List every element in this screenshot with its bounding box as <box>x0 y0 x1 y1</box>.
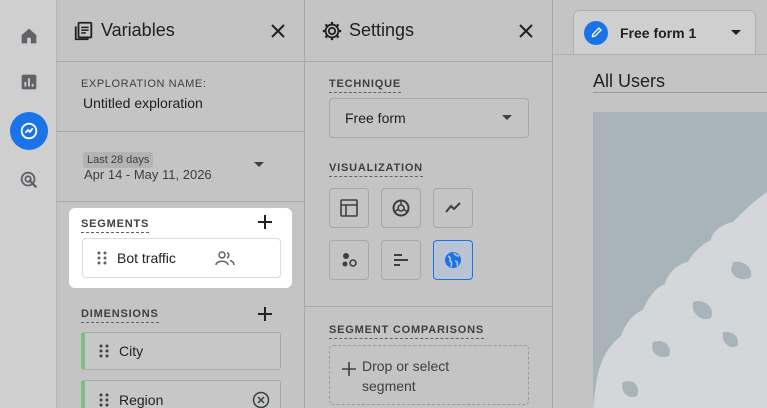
close-settings-icon[interactable] <box>516 21 536 41</box>
bar-viz-button[interactable] <box>381 240 421 280</box>
segment-item-bot-traffic[interactable]: Bot traffic <box>82 238 281 278</box>
date-range-section[interactable]: Last 28 days Apr 14 - May 11, 2026 <box>57 132 304 202</box>
edit-pencil-icon[interactable] <box>584 20 608 45</box>
divider <box>305 306 552 307</box>
home-nav-button[interactable] <box>10 17 48 55</box>
segment-column-title: All Users <box>593 71 666 91</box>
reports-nav-button[interactable] <box>10 63 48 101</box>
variables-header: Variables <box>57 0 304 62</box>
dimension-label: Region <box>119 392 164 408</box>
donut-viz-icon <box>392 199 410 217</box>
visualization-label-wrap: VISUALIZATION <box>329 158 423 177</box>
technique-label-wrap: TECHNIQUE <box>329 74 401 93</box>
segment-comparisons-label: SEGMENT COMPARISONS <box>329 324 484 339</box>
technique-label: TECHNIQUE <box>329 78 401 93</box>
table-viz-icon <box>340 199 358 217</box>
reports-icon <box>21 74 37 90</box>
settings-panel: Settings TECHNIQUE Free form VISUALIZATI… <box>305 0 553 408</box>
technique-select[interactable]: Free form <box>329 98 529 138</box>
map-landmass <box>593 192 767 408</box>
explore-nav-button[interactable] <box>10 112 48 150</box>
bar-viz-icon <box>394 254 408 266</box>
drop-segment-text: Drop or select segment <box>362 358 450 394</box>
title-rule <box>593 92 767 93</box>
tab-underline <box>553 54 767 55</box>
tab-menu-chevron-icon[interactable] <box>731 29 741 36</box>
add-segment-icon[interactable] <box>257 214 273 230</box>
chevron-down-icon <box>502 115 512 120</box>
segment-comparisons-label-wrap: SEGMENT COMPARISONS <box>329 320 484 339</box>
gear-icon <box>321 20 343 42</box>
table-viz-button[interactable] <box>329 188 369 228</box>
segment-label: Bot traffic <box>117 250 176 266</box>
segment-drop-zone[interactable]: Drop or select segment <box>329 345 529 405</box>
line-viz-button[interactable] <box>433 188 473 228</box>
line-viz-icon <box>445 202 461 213</box>
geo-map-viz-icon <box>445 252 461 268</box>
segments-label-wrap: SEGMENTS <box>81 214 150 233</box>
scatter-viz-icon <box>342 253 357 267</box>
settings-title: Settings <box>349 20 415 40</box>
exploration-canvas: Free form 1 All Users <box>553 0 767 408</box>
geo-map[interactable] <box>593 112 767 408</box>
drag-handle-icon[interactable] <box>99 393 109 407</box>
user-segment-icon <box>215 251 235 266</box>
dimension-item-region[interactable]: Region <box>81 380 281 408</box>
exploration-name-section: EXPLORATION NAME: Untitled exploration <box>57 62 304 132</box>
dimension-item-city[interactable]: City <box>81 332 281 370</box>
drag-handle-icon[interactable] <box>99 344 109 358</box>
visualization-label: VISUALIZATION <box>329 162 423 177</box>
dimension-label: City <box>119 343 144 359</box>
advertising-nav-button[interactable] <box>10 161 48 199</box>
remove-icon[interactable] <box>252 391 270 408</box>
drag-handle-icon[interactable] <box>97 251 107 265</box>
home-icon <box>21 28 37 44</box>
scatter-viz-button[interactable] <box>329 240 369 280</box>
close-variables-icon[interactable] <box>268 21 288 41</box>
date-dropdown-icon[interactable] <box>254 162 264 168</box>
variables-title: Variables <box>101 20 175 40</box>
geo-map-viz-button[interactable] <box>433 240 473 280</box>
plus-icon <box>342 362 356 376</box>
advertising-icon <box>20 171 38 189</box>
segments-label: SEGMENTS <box>81 218 150 233</box>
date-preset-chip: Last 28 days <box>83 150 154 168</box>
technique-value: Free form <box>345 110 406 126</box>
dimensions-label-wrap: DIMENSIONS <box>81 304 159 323</box>
explore-icon <box>20 122 38 140</box>
donut-viz-button[interactable] <box>381 188 421 228</box>
left-nav <box>0 0 57 408</box>
dimensions-label: DIMENSIONS <box>81 308 159 323</box>
tab-label: Free form 1 <box>620 24 697 41</box>
add-dimension-icon[interactable] <box>257 306 273 322</box>
variables-panel: Variables EXPLORATION NAME: Untitled exp… <box>57 0 305 408</box>
tab-free-form-1[interactable]: Free form 1 <box>573 10 756 54</box>
exploration-page: Variables EXPLORATION NAME: Untitled exp… <box>0 0 767 408</box>
settings-header: Settings <box>305 0 552 62</box>
variables-icon <box>73 20 95 42</box>
exploration-name-label: EXPLORATION NAME: <box>81 78 207 90</box>
exploration-name[interactable]: Untitled exploration <box>83 95 203 111</box>
date-range-text: Apr 14 - May 11, 2026 <box>84 167 212 182</box>
